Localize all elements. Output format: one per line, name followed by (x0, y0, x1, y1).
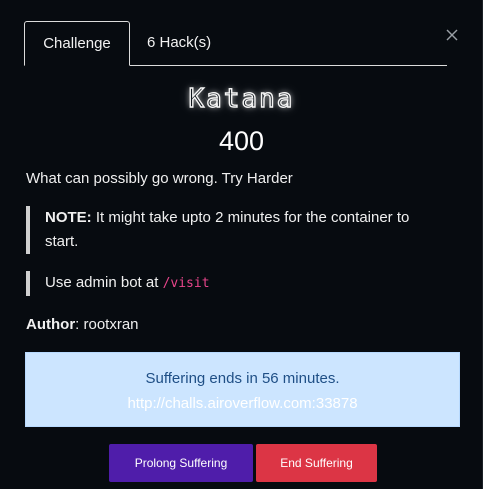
challenge-modal: Challenge 6 Hack(s) Katana 400 What can … (0, 0, 483, 489)
prolong-suffering-button[interactable]: Prolong Suffering (109, 444, 253, 482)
instance-info-box: Suffering ends in 56 minutes. http://cha… (25, 352, 460, 427)
author-value: : rootxran (75, 316, 139, 333)
instance-status: Suffering ends in 56 minutes. (145, 370, 340, 387)
author-label: Author (26, 316, 76, 333)
challenge-description: What can possibly go wrong. Try Harder (26, 170, 293, 187)
admin-bot-path: /visit (162, 276, 210, 291)
end-suffering-button[interactable]: End Suffering (256, 444, 377, 482)
close-icon[interactable] (444, 27, 460, 43)
author-line: Author: rootxran (26, 316, 139, 333)
instance-url[interactable]: http://challs.airoverflow.com:33878 (26, 395, 459, 412)
note-label: NOTE: (45, 209, 92, 226)
tab-challenge[interactable]: Challenge (24, 21, 130, 66)
tab-hacks[interactable]: 6 Hack(s) (147, 21, 237, 65)
note-text: It might take upto 2 minutes for the con… (45, 209, 410, 250)
admin-bot-text: Use admin bot at (45, 274, 163, 291)
challenge-points: 400 (218, 126, 265, 156)
note-blockquote: NOTE: It might take upto 2 minutes for t… (26, 206, 436, 254)
admin-bot-blockquote: Use admin bot at /visit (26, 271, 436, 296)
challenge-name: Katana (188, 83, 295, 114)
tab-bar: Challenge 6 Hack(s) (24, 21, 447, 66)
